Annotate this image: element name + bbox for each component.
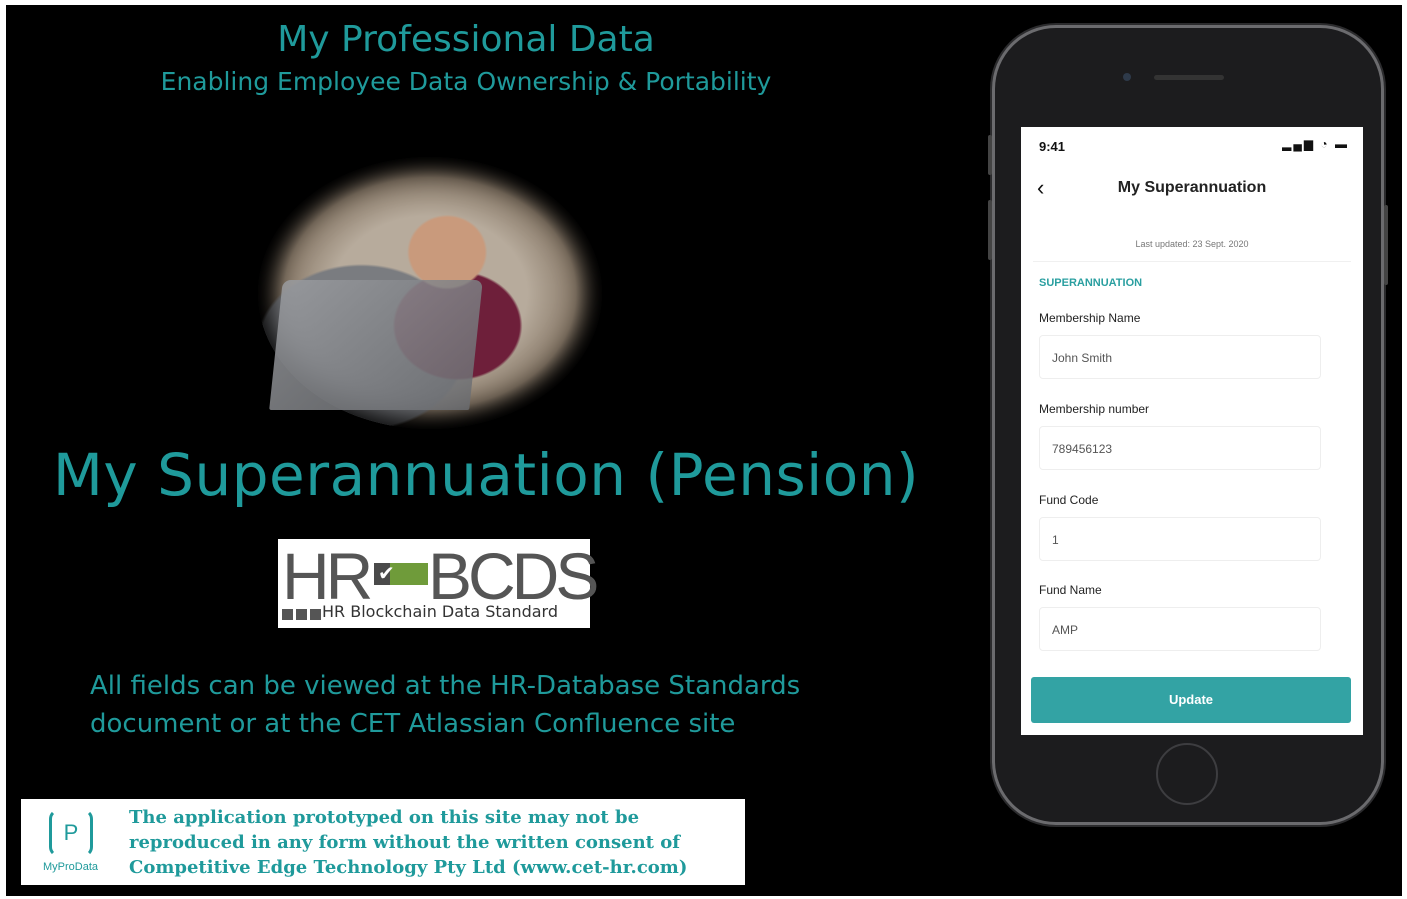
main-heading: My Superannuation (Pension) — [52, 441, 920, 509]
phone-power-button — [1384, 205, 1388, 285]
membership-number-input[interactable]: 789456123 — [1039, 426, 1321, 470]
phone-mockup: 9:41 ▂▄▆ ◔ ▬ ‹ My Superannuation Last up… — [988, 25, 1388, 825]
wifi-icon: ◔ — [1320, 137, 1330, 151]
front-camera-icon — [1123, 73, 1131, 81]
phone-side-button — [988, 135, 992, 175]
battery-icon: ▬ — [1335, 137, 1349, 151]
myprodata-logo-icon: P — [49, 809, 93, 857]
logo-squares — [282, 607, 324, 625]
copyright-text: The application prototyped on this site … — [129, 807, 688, 878]
screen-title: My Superannuation — [1117, 179, 1267, 196]
phone-volume-button — [988, 200, 992, 260]
laptop-image — [269, 280, 483, 410]
slide: My Professional Data Enabling Employee D… — [6, 5, 1402, 896]
section-heading: SUPERANNUATION — [1039, 277, 1143, 289]
field-label-membership-name: Membership Name — [1039, 311, 1141, 325]
earpiece-speaker — [1154, 75, 1224, 80]
myprodata-logo-label: MyProData — [43, 861, 99, 873]
field-label-fund-name: Fund Name — [1039, 583, 1102, 597]
info-note: All fields can be viewed at the HR-Datab… — [90, 667, 850, 743]
hr-bcds-logo: HR ✔ BCDS HR Blockchain Data Standard — [278, 539, 599, 628]
home-button[interactable] — [1156, 743, 1218, 805]
logo-tagline: HR Blockchain Data Standard — [322, 602, 558, 621]
phone-screen: 9:41 ▂▄▆ ◔ ▬ ‹ My Superannuation Last up… — [1021, 127, 1363, 735]
page-subtitle: Enabling Employee Data Ownership & Porta… — [160, 67, 772, 96]
membership-name-input[interactable]: John Smith — [1039, 335, 1321, 379]
fund-code-input[interactable]: 1 — [1039, 517, 1321, 561]
signal-icon: ▂▄▆ — [1282, 137, 1316, 151]
fund-name-input[interactable]: AMP — [1039, 607, 1321, 651]
field-label-fund-code: Fund Code — [1039, 493, 1099, 507]
field-label-membership-number: Membership number — [1039, 402, 1150, 416]
check-icon: ✔ — [378, 563, 395, 585]
copyright-footer: P MyProData The application prototyped o… — [21, 799, 745, 885]
page-title: My Professional Data — [277, 19, 655, 60]
info-note-line-2: document or at the CET Atlassian Conflue… — [90, 709, 736, 739]
update-button[interactable]: Update — [1031, 677, 1351, 723]
last-updated: Last updated: 23 Sept. 2020 — [1135, 239, 1249, 249]
status-time: 9:41 — [1039, 139, 1066, 154]
info-note-line-1: All fields can be viewed at the HR-Datab… — [90, 671, 801, 701]
status-icons: ▂▄▆ ◔ ▬ — [1282, 137, 1349, 151]
